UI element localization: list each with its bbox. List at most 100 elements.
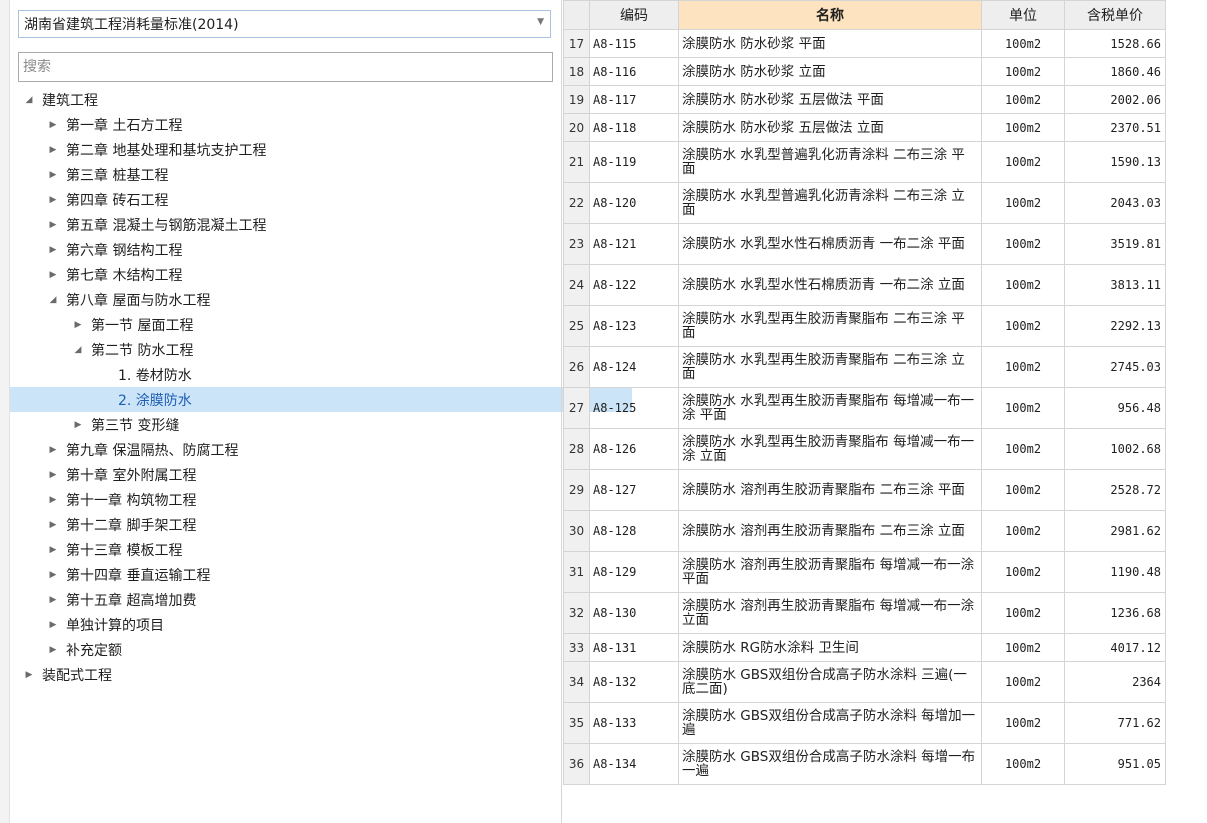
row-number-cell[interactable]: 34 bbox=[563, 661, 590, 703]
unit-cell[interactable]: 100m2 bbox=[981, 428, 1065, 470]
row-number-cell[interactable]: 25 bbox=[563, 305, 590, 347]
row-number-cell[interactable]: 17 bbox=[563, 29, 590, 58]
tree-item[interactable]: ◢ 建筑工程 bbox=[10, 87, 558, 112]
row-number-cell[interactable]: 33 bbox=[563, 633, 590, 662]
expand-triangle-icon[interactable]: ▶ bbox=[22, 670, 36, 680]
table-row[interactable]: 21 A8-119 涂膜防水 水乳型普遍乳化沥青涂料 二布三涂 平面 100m2 159… bbox=[563, 141, 1166, 183]
price-cell[interactable]: 4017.12 bbox=[1064, 633, 1166, 662]
unit-cell[interactable]: 100m2 bbox=[981, 510, 1065, 552]
row-number-cell[interactable]: 35 bbox=[563, 702, 590, 744]
code-cell[interactable]: A8-122 bbox=[589, 264, 679, 306]
row-number-cell[interactable]: 29 bbox=[563, 469, 590, 511]
code-cell[interactable]: A8-126 bbox=[589, 428, 679, 470]
tree-item[interactable]: ◢ 第二节 防水工程 bbox=[10, 337, 558, 362]
price-cell[interactable]: 2528.72 bbox=[1064, 469, 1166, 511]
code-cell[interactable]: A8-120 bbox=[589, 182, 679, 224]
price-cell[interactable]: 1190.48 bbox=[1064, 551, 1166, 593]
table-row[interactable]: 28 A8-126 涂膜防水 水乳型再生胶沥青聚脂布 每增减一布一涂 立面 100m2… bbox=[563, 428, 1166, 470]
expand-triangle-icon[interactable]: ▶ bbox=[46, 645, 60, 655]
code-cell[interactable]: A8-121 bbox=[589, 223, 679, 265]
row-number-cell[interactable]: 21 bbox=[563, 141, 590, 183]
unit-cell[interactable]: 100m2 bbox=[981, 592, 1065, 634]
name-cell[interactable]: 涂膜防水 水乳型水性石棉质沥青 一布二涂 平面 bbox=[678, 223, 982, 265]
header-price[interactable]: 含税单价 bbox=[1064, 0, 1166, 30]
collapse-triangle-icon[interactable]: ◢ bbox=[22, 95, 36, 105]
unit-cell[interactable]: 100m2 bbox=[981, 702, 1065, 744]
table-row[interactable]: 36 A8-134 涂膜防水 GBS双组份合成高子防水涂料 每增一布一遍 100m2 9… bbox=[563, 743, 1166, 785]
expand-triangle-icon[interactable]: ▶ bbox=[46, 620, 60, 630]
table-row[interactable]: 25 A8-123 涂膜防水 水乳型再生胶沥青聚脂布 二布三涂 平面 100m2 229… bbox=[563, 305, 1166, 347]
row-number-cell[interactable]: 22 bbox=[563, 182, 590, 224]
table-row[interactable]: 32 A8-130 涂膜防水 溶剂再生胶沥青聚脂布 每增减一布一涂 立面 100m2 1… bbox=[563, 592, 1166, 634]
collapse-triangle-icon[interactable]: ◢ bbox=[46, 295, 60, 305]
unit-cell[interactable]: 100m2 bbox=[981, 29, 1065, 58]
table-row[interactable]: 22 A8-120 涂膜防水 水乳型普遍乳化沥青涂料 二布三涂 立面 100m2 204… bbox=[563, 182, 1166, 224]
unit-cell[interactable]: 100m2 bbox=[981, 57, 1065, 86]
row-number-cell[interactable]: 32 bbox=[563, 592, 590, 634]
table-row[interactable]: 18 A8-116 涂膜防水 防水砂浆 立面 100m2 1860.46 bbox=[563, 57, 1166, 86]
table-row[interactable]: 19 A8-117 涂膜防水 防水砂浆 五层做法 平面 100m2 2002.06 bbox=[563, 85, 1166, 114]
price-cell[interactable]: 1860.46 bbox=[1064, 57, 1166, 86]
unit-cell[interactable]: 100m2 bbox=[981, 113, 1065, 142]
header-name[interactable]: 名称 bbox=[678, 0, 982, 30]
code-cell[interactable]: A8-119 bbox=[589, 141, 679, 183]
price-cell[interactable]: 1590.13 bbox=[1064, 141, 1166, 183]
unit-cell[interactable]: 100m2 bbox=[981, 661, 1065, 703]
expand-triangle-icon[interactable]: ▶ bbox=[46, 445, 60, 455]
price-cell[interactable]: 2043.03 bbox=[1064, 182, 1166, 224]
expand-triangle-icon[interactable]: ▶ bbox=[46, 120, 60, 130]
standard-selector[interactable]: 湖南省建筑工程消耗量标准(2014) ▼ bbox=[18, 10, 551, 38]
tree-item[interactable]: ▶ 第十五章 超高增加费 bbox=[10, 587, 558, 612]
tree-item[interactable]: ▶ 第四章 砖石工程 bbox=[10, 187, 558, 212]
table-row[interactable]: 27 A8-125 涂膜防水 水乳型再生胶沥青聚脂布 每增减一布一涂 平面 100m2… bbox=[563, 387, 1166, 429]
tree-item[interactable]: ▶ 第三节 变形缝 bbox=[10, 412, 558, 437]
price-cell[interactable]: 2370.51 bbox=[1064, 113, 1166, 142]
price-cell[interactable]: 956.48 bbox=[1064, 387, 1166, 429]
table-row[interactable]: 17 A8-115 涂膜防水 防水砂浆 平面 100m2 1528.66 bbox=[563, 29, 1166, 58]
expand-triangle-icon[interactable]: ▶ bbox=[46, 145, 60, 155]
unit-cell[interactable]: 100m2 bbox=[981, 387, 1065, 429]
expand-triangle-icon[interactable]: ▶ bbox=[71, 420, 85, 430]
name-cell[interactable]: 涂膜防水 水乳型普遍乳化沥青涂料 二布三涂 平面 bbox=[678, 141, 982, 183]
table-row[interactable]: 23 A8-121 涂膜防水 水乳型水性石棉质沥青 一布二涂 平面 100m2 3519… bbox=[563, 223, 1166, 265]
row-number-cell[interactable]: 36 bbox=[563, 743, 590, 785]
price-cell[interactable]: 1002.68 bbox=[1064, 428, 1166, 470]
tree-item[interactable]: ▶ 第五章 混凝土与钢筋混凝土工程 bbox=[10, 212, 558, 237]
tree-item[interactable]: ▶2. 涂膜防水 bbox=[10, 387, 632, 412]
code-cell[interactable]: A8-123 bbox=[589, 305, 679, 347]
tree-item[interactable]: ▶ 第三章 桩基工程 bbox=[10, 162, 558, 187]
name-cell[interactable]: 涂膜防水 水乳型再生胶沥青聚脂布 二布三涂 平面 bbox=[678, 305, 982, 347]
name-cell[interactable]: 涂膜防水 溶剂再生胶沥青聚脂布 每增减一布一涂 平面 bbox=[678, 551, 982, 593]
row-number-cell[interactable]: 28 bbox=[563, 428, 590, 470]
expand-triangle-icon[interactable]: ▶ bbox=[46, 270, 60, 280]
price-cell[interactable]: 2745.03 bbox=[1064, 346, 1166, 388]
row-number-cell[interactable]: 27 bbox=[563, 387, 590, 429]
unit-cell[interactable]: 100m2 bbox=[981, 305, 1065, 347]
tree-item[interactable]: ▶ 第二章 地基处理和基坑支护工程 bbox=[10, 137, 558, 162]
expand-triangle-icon[interactable]: ▶ bbox=[46, 570, 60, 580]
expand-triangle-icon[interactable]: ▶ bbox=[46, 545, 60, 555]
table-row[interactable]: 29 A8-127 涂膜防水 溶剂再生胶沥青聚脂布 二布三涂 平面 100m2 2528… bbox=[563, 469, 1166, 511]
tree-item[interactable]: ▶ 单独计算的项目 bbox=[10, 612, 558, 637]
code-cell[interactable]: A8-125 bbox=[589, 387, 679, 429]
table-row[interactable]: 35 A8-133 涂膜防水 GBS双组份合成高子防水涂料 每增加一遍 100m2 77… bbox=[563, 702, 1166, 744]
collapse-triangle-icon[interactable]: ◢ bbox=[71, 345, 85, 355]
expand-triangle-icon[interactable]: ▶ bbox=[46, 595, 60, 605]
code-cell[interactable]: A8-116 bbox=[589, 57, 679, 86]
unit-cell[interactable]: 100m2 bbox=[981, 85, 1065, 114]
price-cell[interactable]: 771.62 bbox=[1064, 702, 1166, 744]
unit-cell[interactable]: 100m2 bbox=[981, 264, 1065, 306]
row-number-cell[interactable]: 23 bbox=[563, 223, 590, 265]
name-cell[interactable]: 涂膜防水 防水砂浆 立面 bbox=[678, 57, 982, 86]
unit-cell[interactable]: 100m2 bbox=[981, 141, 1065, 183]
table-row[interactable]: 30 A8-128 涂膜防水 溶剂再生胶沥青聚脂布 二布三涂 立面 100m2 2981… bbox=[563, 510, 1166, 552]
code-cell[interactable]: A8-131 bbox=[589, 633, 679, 662]
price-cell[interactable]: 3519.81 bbox=[1064, 223, 1166, 265]
table-row[interactable]: 24 A8-122 涂膜防水 水乳型水性石棉质沥青 一布二涂 立面 100m2 3813… bbox=[563, 264, 1166, 306]
row-number-cell[interactable]: 19 bbox=[563, 85, 590, 114]
row-number-cell[interactable]: 24 bbox=[563, 264, 590, 306]
row-number-cell[interactable]: 30 bbox=[563, 510, 590, 552]
name-cell[interactable]: 涂膜防水 水乳型再生胶沥青聚脂布 每增减一布一涂 平面 bbox=[678, 387, 982, 429]
price-cell[interactable]: 2981.62 bbox=[1064, 510, 1166, 552]
name-cell[interactable]: 涂膜防水 防水砂浆 五层做法 立面 bbox=[678, 113, 982, 142]
